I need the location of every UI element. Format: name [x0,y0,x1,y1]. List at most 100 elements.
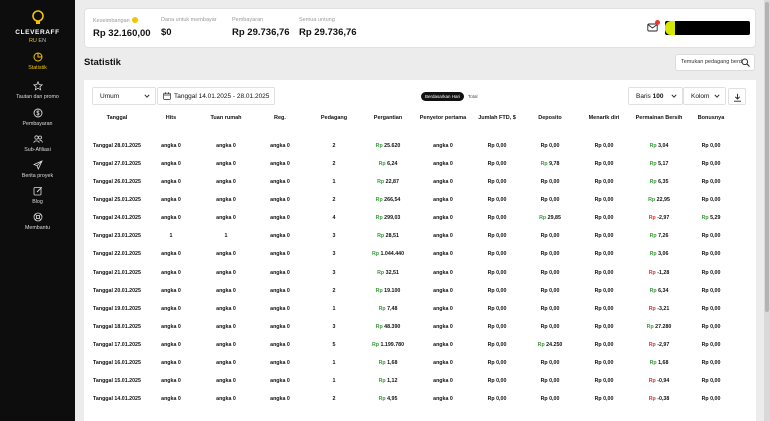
notification-dot [655,20,660,25]
col-header-hits[interactable]: Hits [141,115,201,121]
toggle-total[interactable]: Total [468,92,478,101]
table-row: Tanggal 19.01.2025 angka 0 angka 0 angka 0 1… [84,303,756,321]
scrollbar-thumb[interactable] [765,2,769,312]
cell-reg: angka 0 [250,324,310,330]
cell-reg: angka 0 [250,143,310,149]
toggle-by-day[interactable]: Berdasarkan Hari [421,92,465,101]
currency-prefix: Rp [375,197,385,204]
cell-value: 19.100 [384,287,401,294]
cell-deposits: Rp 9,78 [520,161,580,167]
sidebar-item-pembayaran[interactable]: Pembayaran [0,108,75,127]
col-header-deposits[interactable]: Deposito [520,115,580,121]
cell-value: 0,00 [603,359,614,366]
cell-value: 0,00 [710,305,721,312]
cell-hosts: angka 0 [196,288,256,294]
table-row: Tanggal 24.01.2025 angka 0 angka 0 angka 0 4… [84,212,756,230]
sidebar-item-berita[interactable]: Berita proyek [0,160,75,179]
sidebar-item-sub-afiliasi[interactable]: Sub-Afiliasi [0,134,75,153]
sidebar-item-blog[interactable]: Blog [0,186,75,205]
lang-en[interactable]: EN [38,38,46,44]
cell-turnover: Rp 32,51 [358,270,418,276]
cell-value: angka 0 [216,396,236,403]
cell-value: angka 0 [270,269,290,276]
cell-value: angka 0 [161,143,181,149]
download-button[interactable] [728,88,746,105]
currency-prefix: Rp [701,305,711,312]
cell-value: 5,29 [710,215,721,222]
col-header-bonus[interactable]: Bonusnya [681,115,741,121]
cell-traders: 3 [303,233,365,239]
cell-turnover: Rp 48.390 [358,324,418,330]
cell-value: -0,94 [657,378,670,385]
currency-prefix: Rp [540,197,550,204]
user-account-button[interactable] [665,21,750,35]
cell-date: Tanggal 19.01.2025 [86,306,148,312]
search-icon[interactable] [741,58,750,67]
cell-value: Tanggal 25.01.2025 [93,197,141,204]
cell-bonus: Rp 0,00 [681,251,741,257]
cell-ftd: angka 0 [413,197,473,203]
cell-value: angka 0 [270,359,290,366]
cell-value: 0,00 [549,179,560,186]
col-header-hosts[interactable]: Tuan rumah [196,115,256,121]
cell-turnover: Rp 6,24 [358,161,418,167]
currency-prefix: Rp [377,179,386,186]
cell-reg: angka 0 [250,378,310,384]
col-header-ftd[interactable]: Penyetor pertama [413,115,473,121]
stat-payable: Dana untuk membayar $0 [161,17,217,38]
col-header-turnover[interactable]: Pergantian [358,115,418,121]
table-row: Tanggal 27.01.2025 angka 0 angka 0 angka 0 2… [84,158,756,176]
date-range-value: Tanggal 14.01.2025 - 28.01.2025 [174,93,270,100]
col-header-date[interactable]: Tanggal [86,115,148,121]
cell-value: angka 0 [433,359,453,366]
currency-prefix: Rp [378,161,388,168]
cell-value: 3 [332,269,336,276]
columns-select[interactable]: Kolom [683,87,726,105]
cell-date: Tanggal 26.01.2025 [86,179,148,185]
cell-withdrawals: Rp 0,00 [574,179,634,185]
scrollbar[interactable] [764,0,770,421]
cell-value: 0,00 [549,359,560,366]
rows-select[interactable]: Baris 100 [628,87,683,105]
cell-value: 25.620 [384,143,401,149]
cell-value: 0,00 [496,359,507,366]
cell-hits: angka 0 [141,143,201,149]
cell-reg: angka 0 [250,396,310,402]
cell-hits: angka 0 [141,179,201,185]
cell-traders: 1 [303,179,365,185]
currency-prefix: Rp [701,143,711,149]
cell-value: angka 0 [270,287,290,294]
lang-ru[interactable]: RU [29,38,37,44]
currency-prefix: Rp [378,378,388,385]
sidebar-item-statistik[interactable]: Statistik [0,52,75,71]
cell-value: angka 0 [270,143,290,149]
stat-payments: Pembayaran Rp 29.736,76 [232,17,290,38]
sidebar-item-tautan[interactable]: Tautan dan promo [0,81,75,100]
currency-prefix: Rp [378,305,388,312]
col-header-withdrawals[interactable]: Menarik diri [574,115,634,121]
type-select[interactable]: Umum [92,87,156,105]
cell-value: 0,00 [496,396,507,403]
logo[interactable]: CLEVERAFF RU EN [0,10,75,44]
sidebar: CLEVERAFF RU EN Statistik Tautan dan pro… [0,0,75,421]
cell-hits: angka 0 [141,360,201,366]
cell-value: 0,00 [710,251,721,258]
sidebar-item-membantu[interactable]: Membantu [0,212,75,231]
currency-prefix: Rp [537,341,547,348]
cell-withdrawals: Rp 0,00 [574,324,634,330]
cell-value: 0,00 [496,287,507,294]
currency-prefix: Rp [594,305,604,312]
col-header-traders[interactable]: Pedagang [303,115,365,121]
find-trader-input[interactable]: Temukan pedagang berd [675,54,755,71]
cell-value: 0,00 [603,305,614,312]
cell-value: 0,00 [710,269,721,276]
col-header-reg[interactable]: Reg. [250,115,310,121]
cell-value: 0,00 [496,305,507,312]
date-range-picker[interactable]: Tanggal 14.01.2025 - 28.01.2025 [157,87,275,105]
cell-bonus: Rp 0,00 [681,197,741,203]
currency-prefix: Rp [487,197,497,204]
cell-value: angka 0 [433,233,453,240]
cell-value: -2,97 [657,341,670,348]
currency-prefix: Rp [540,396,550,403]
currency-prefix: Rp [594,143,604,149]
